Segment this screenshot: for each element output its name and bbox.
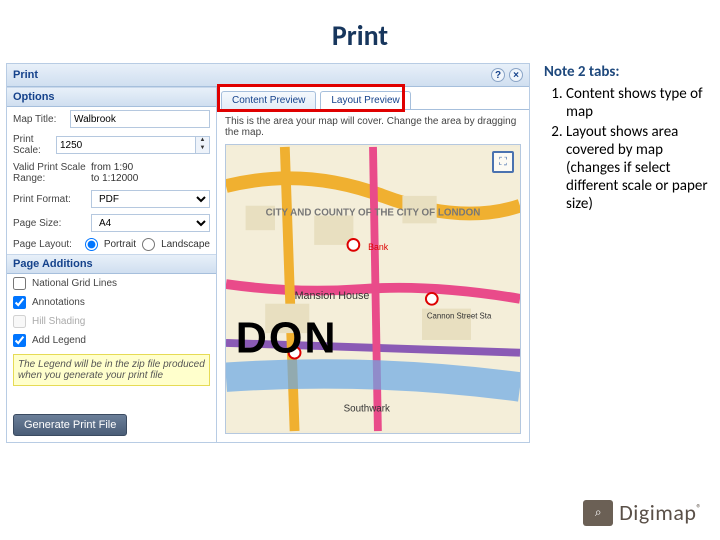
- map-preview[interactable]: CITY AND COUNTY OF THE CITY OF LONDON Ba…: [225, 144, 521, 434]
- legend-checkbox[interactable]: [13, 334, 26, 347]
- digimap-logo: ⌕ Digimap®: [583, 499, 702, 526]
- scale-up-icon[interactable]: ▲: [196, 137, 209, 145]
- hill-checkbox: [13, 315, 26, 328]
- map-title-label: Map Title:: [13, 114, 66, 125]
- annotation-item-1: Content shows type of map: [566, 85, 710, 121]
- valid-range-label: Valid Print Scale Range:: [13, 162, 87, 184]
- map-extent-icon[interactable]: ⛶: [492, 151, 514, 173]
- layout-landscape-radio[interactable]: [142, 238, 155, 251]
- layout-portrait-radio[interactable]: [85, 238, 98, 251]
- options-header: Options: [7, 87, 216, 107]
- page-layout-label: Page Layout:: [13, 239, 79, 250]
- annotation-item-2: Layout shows area covered by map (change…: [566, 123, 710, 213]
- svg-text:Bank: Bank: [368, 242, 389, 252]
- options-panel: Options Map Title: Print Scale: ▲▼ Valid…: [7, 87, 217, 442]
- legend-note: The Legend will be in the zip file produ…: [13, 354, 210, 386]
- generate-button[interactable]: Generate Print File: [13, 414, 127, 436]
- layout-landscape-text: Landscape: [161, 239, 210, 250]
- dialog-header: Print ? ×: [7, 64, 529, 87]
- valid-range-value: from 1:90 to 1:12000: [91, 162, 210, 184]
- print-scale-input[interactable]: [56, 136, 196, 154]
- help-icon[interactable]: ?: [491, 68, 505, 82]
- map-svg: CITY AND COUNTY OF THE CITY OF LONDON Ba…: [226, 145, 520, 433]
- area-note: This is the area your map will cover. Ch…: [217, 110, 529, 144]
- tab-layout-preview[interactable]: Layout Preview: [320, 91, 410, 109]
- scale-down-icon[interactable]: ▼: [196, 145, 209, 153]
- print-format-label: Print Format:: [13, 194, 87, 205]
- page-size-select[interactable]: A4: [91, 214, 210, 232]
- annotations-checkbox[interactable]: [13, 296, 26, 309]
- logo-badge-icon: ⌕: [583, 500, 613, 526]
- logo-text: Digimap®: [619, 499, 702, 526]
- tab-content-preview[interactable]: Content Preview: [221, 91, 316, 109]
- slide-title: Print: [0, 0, 720, 63]
- tab-bar: Content Preview Layout Preview: [217, 87, 529, 110]
- legend-label: Add Legend: [32, 335, 86, 346]
- print-dialog: Print ? × Options Map Title: Print Scale…: [6, 63, 530, 443]
- dialog-title: Print: [13, 69, 38, 81]
- print-format-select[interactable]: PDF: [91, 190, 210, 208]
- annotation-title: Note 2 tabs:: [544, 63, 710, 81]
- preview-panel: Content Preview Layout Preview This is t…: [217, 87, 529, 442]
- page-size-label: Page Size:: [13, 218, 87, 229]
- close-icon[interactable]: ×: [509, 68, 523, 82]
- svg-text:Cannon Street Sta: Cannon Street Sta: [427, 311, 492, 320]
- print-scale-label: Print Scale:: [13, 134, 52, 156]
- grid-label: National Grid Lines: [32, 278, 117, 289]
- svg-text:Mansion House: Mansion House: [295, 290, 370, 302]
- grid-checkbox[interactable]: [13, 277, 26, 290]
- svg-text:DON: DON: [236, 315, 338, 363]
- map-title-input[interactable]: [70, 110, 210, 128]
- hill-label: Hill Shading: [32, 316, 85, 327]
- svg-text:Southwark: Southwark: [344, 404, 390, 415]
- additions-header: Page Additions: [7, 254, 216, 274]
- annotation-block: Note 2 tabs: Content shows type of map L…: [530, 63, 710, 443]
- layout-portrait-text: Portrait: [104, 239, 136, 250]
- annotations-label: Annotations: [32, 297, 85, 308]
- svg-text:CITY AND COUNTY OF THE CITY OF: CITY AND COUNTY OF THE CITY OF LONDON: [266, 208, 481, 219]
